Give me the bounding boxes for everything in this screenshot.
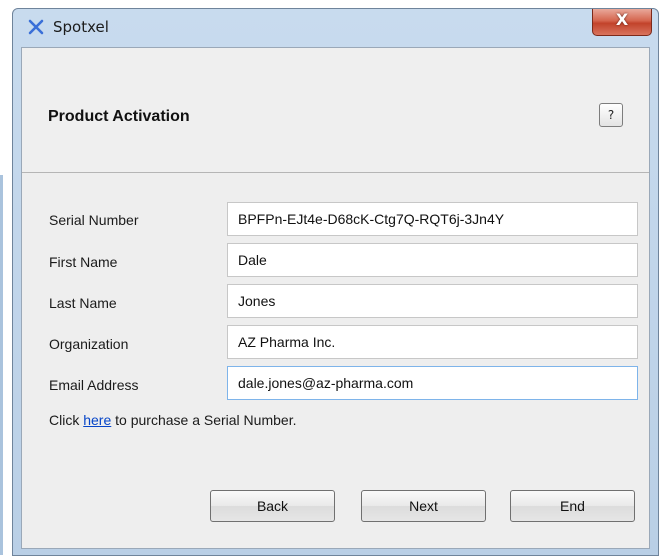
- last-name-label: Last Name: [49, 295, 117, 311]
- dialog-content: Product Activation ? Serial Number First…: [21, 47, 650, 549]
- dialog-header: Product Activation ?: [22, 48, 649, 173]
- help-button[interactable]: ?: [599, 103, 623, 127]
- spotxel-x-icon: [27, 18, 45, 36]
- serial-number-label: Serial Number: [49, 212, 139, 228]
- organization-input[interactable]: [227, 325, 638, 359]
- title-bar[interactable]: Spotxel X: [13, 9, 658, 47]
- purchase-prefix: Click: [49, 412, 84, 428]
- purchase-link[interactable]: here: [83, 412, 111, 428]
- first-name-input[interactable]: [227, 243, 638, 277]
- first-name-label: First Name: [49, 254, 118, 270]
- email-address-input[interactable]: [227, 366, 638, 400]
- end-button[interactable]: End: [510, 490, 635, 522]
- purchase-serial-text: Click here to purchase a Serial Number.: [49, 412, 296, 428]
- next-button[interactable]: Next: [361, 490, 486, 522]
- close-button[interactable]: X: [592, 9, 652, 36]
- window-title: Spotxel: [53, 18, 109, 36]
- page-title: Product Activation: [48, 108, 190, 125]
- email-address-label: Email Address: [49, 377, 139, 393]
- activation-window: Spotxel X Product Activation ? Serial Nu…: [12, 8, 659, 556]
- back-button[interactable]: Back: [210, 490, 335, 522]
- purchase-suffix: to purchase a Serial Number.: [111, 412, 297, 428]
- serial-number-input[interactable]: [227, 202, 638, 236]
- last-name-input[interactable]: [227, 284, 638, 318]
- close-icon: X: [615, 10, 629, 29]
- organization-label: Organization: [49, 336, 129, 352]
- background-edge: [0, 175, 3, 555]
